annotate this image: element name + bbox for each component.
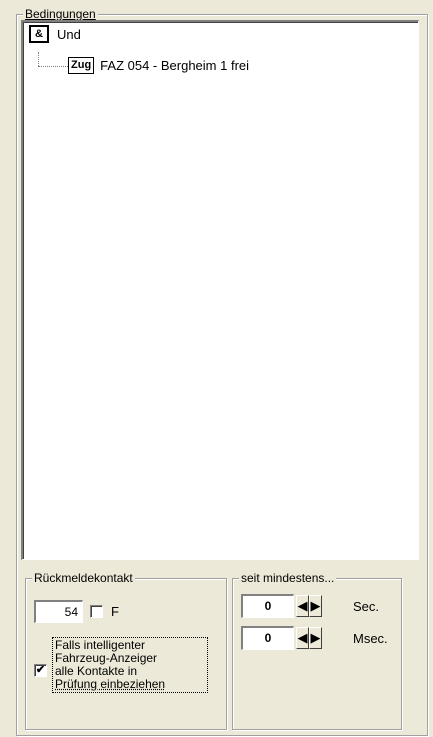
smart-contacts-checkbox[interactable]: ✔ [34,664,47,677]
seconds-input[interactable]: 0 [241,594,294,618]
spin-right-icon[interactable]: ▶ [309,627,322,649]
milliseconds-label: Msec. [353,631,388,646]
smart-contacts-label[interactable]: Falls intelligenter Fahrzeug-Anzeiger al… [52,637,208,693]
tree-connector [38,52,39,66]
min-duration-legend: seit mindestens... [239,571,337,585]
f-checkbox[interactable] [90,605,103,618]
conditions-legend: Bedingungen [23,7,98,21]
feedback-legend: Rückmeldekontakt [32,571,135,585]
tree-node-train[interactable]: Zug FAZ 054 - Bergheim 1 frei [68,55,249,75]
tree-connector-h [38,66,68,67]
train-icon: Zug [68,56,95,74]
seconds-label: Sec. [353,599,380,614]
smart-label-line: Prüfung einbeziehen [55,677,166,691]
tree-node-label: Und [57,26,81,42]
milliseconds-input[interactable]: 0 [241,626,294,650]
spin-right-icon[interactable]: ▶ [309,595,322,617]
tree-node-label: FAZ 054 - Bergheim 1 frei [100,57,250,73]
seconds-spinner[interactable]: ◀ ▶ [296,595,322,617]
f-checkbox-label: F [111,604,119,619]
tree-node-and[interactable]: & Und [29,24,81,44]
spin-left-icon[interactable]: ◀ [296,595,309,617]
milliseconds-spinner[interactable]: ◀ ▶ [296,627,322,649]
and-icon: & [29,25,49,43]
contact-number-input[interactable]: 54 [34,600,83,623]
conditions-tree[interactable]: & Und Zug FAZ 054 - Bergheim 1 frei [21,20,419,560]
spin-left-icon[interactable]: ◀ [296,627,309,649]
